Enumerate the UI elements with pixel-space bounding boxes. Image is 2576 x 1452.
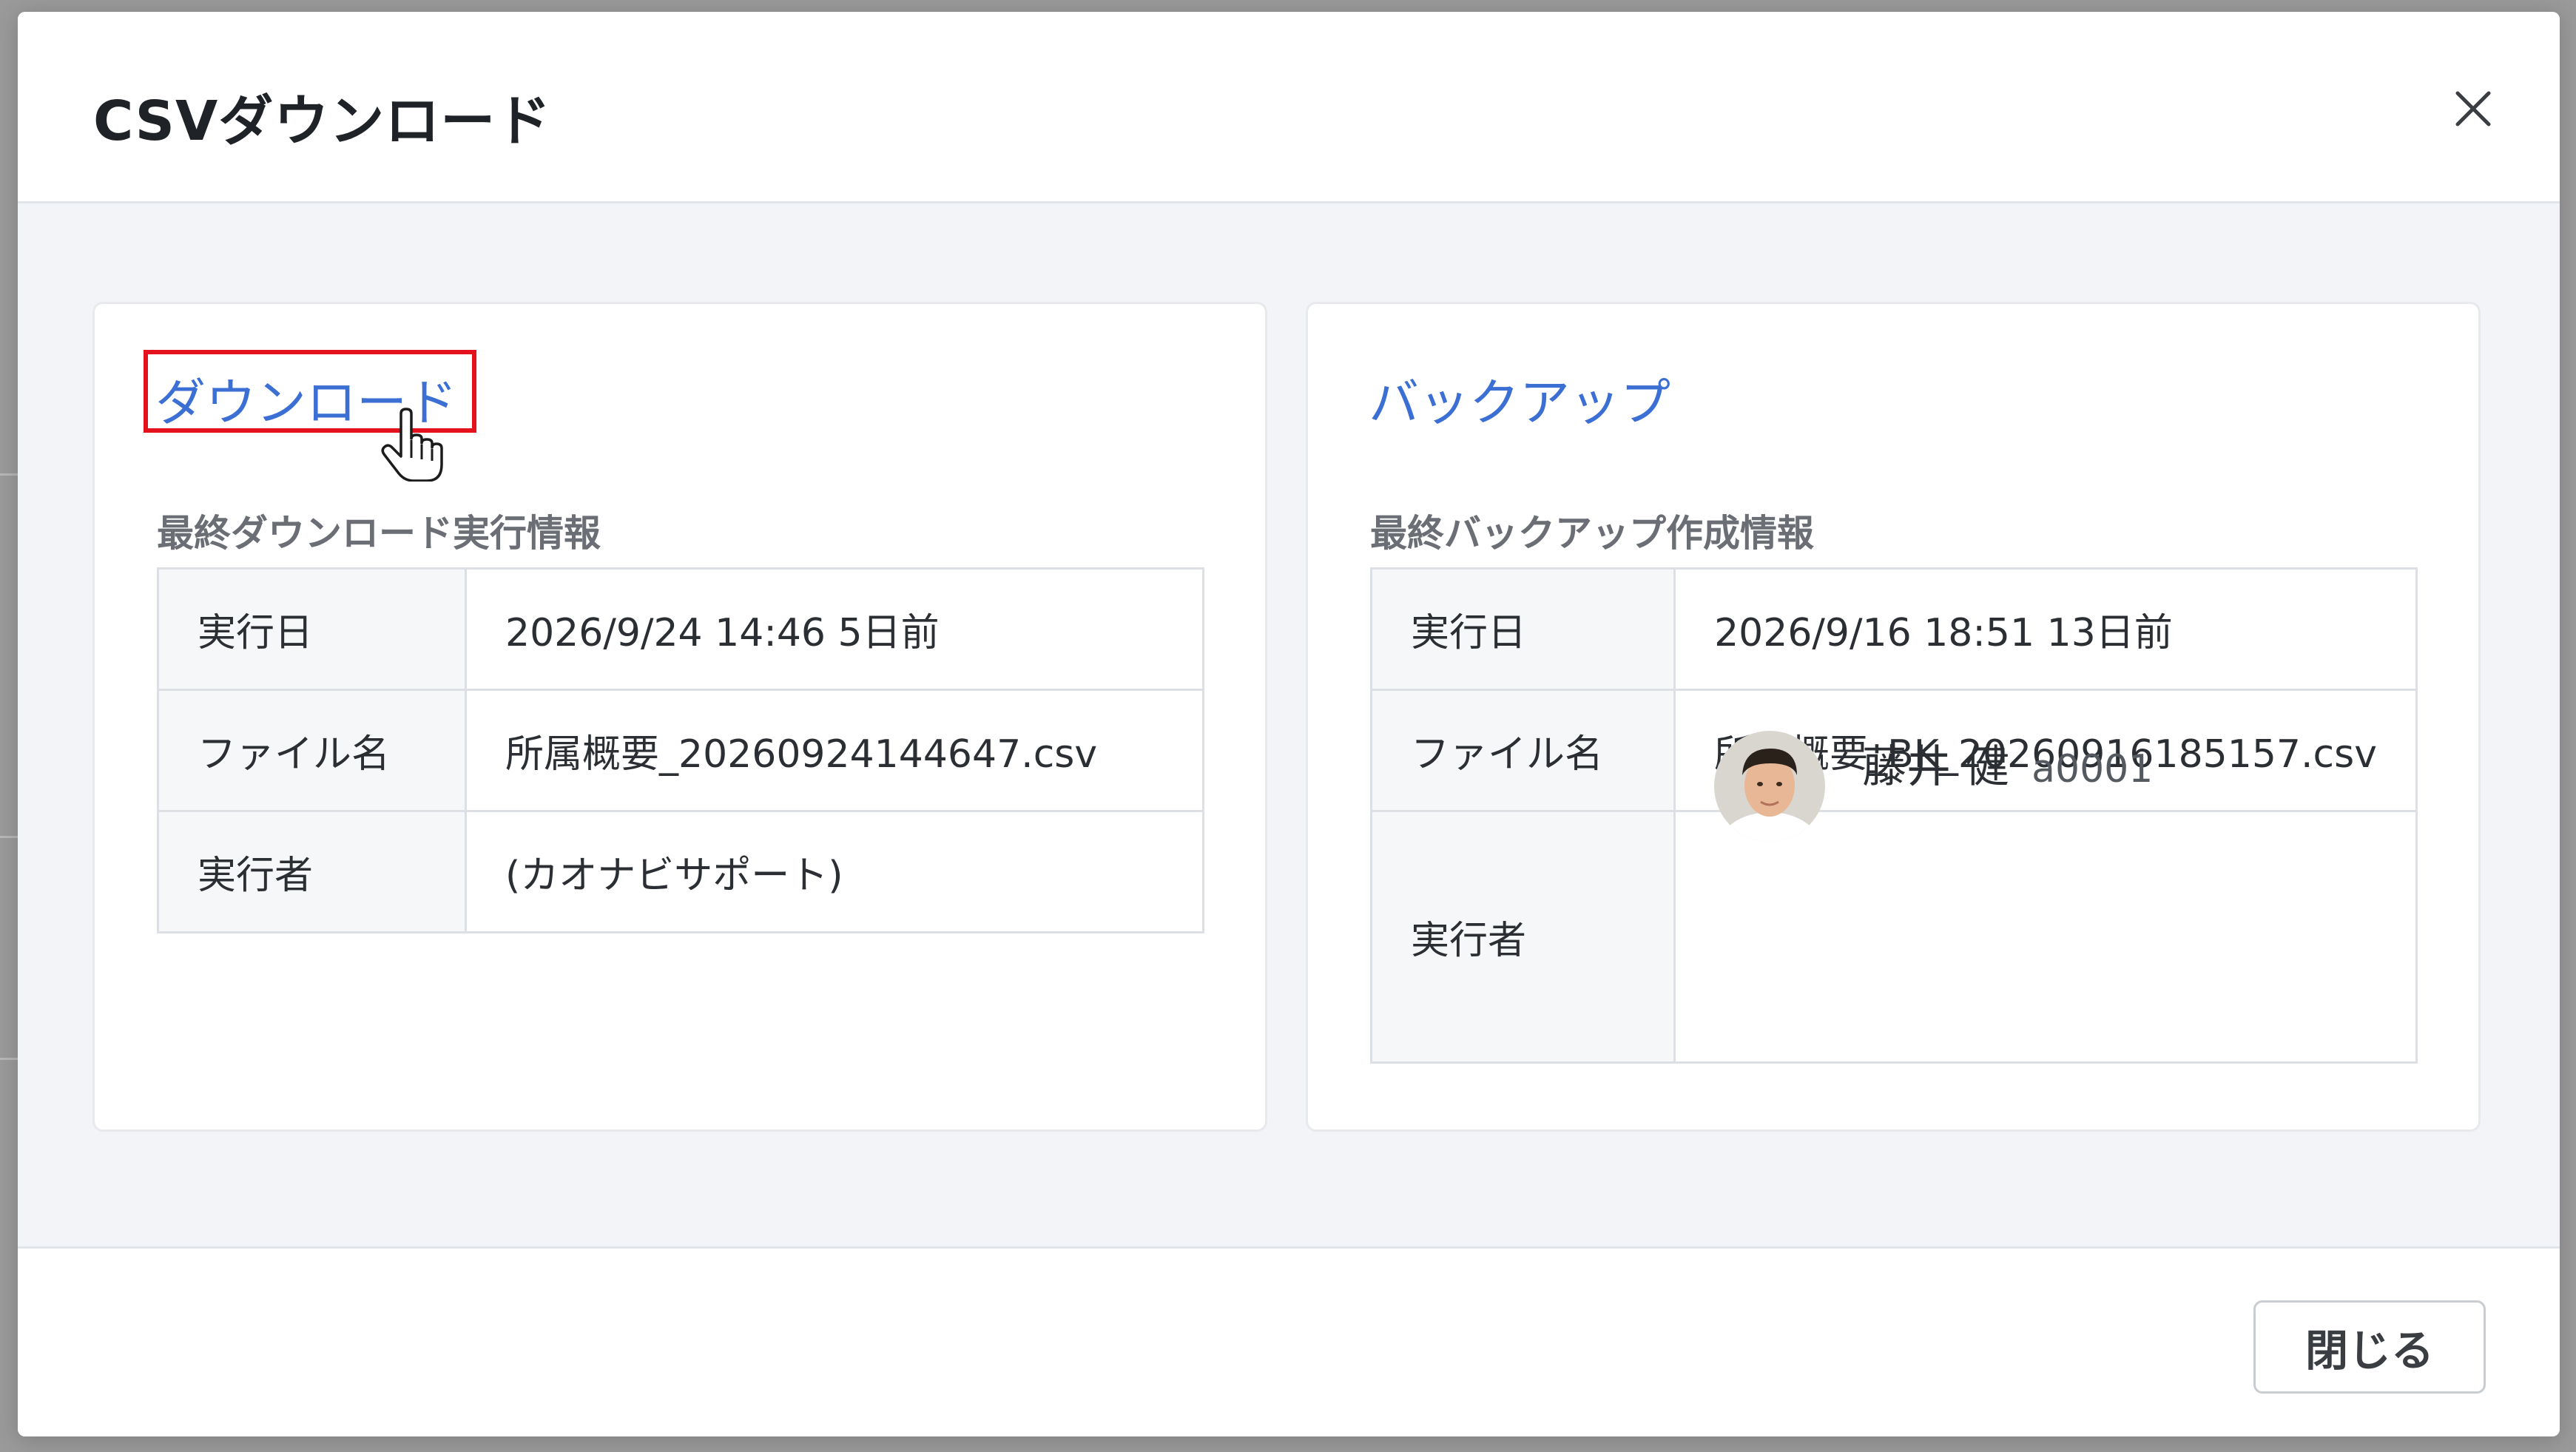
user-avatar-icon: [1714, 731, 1826, 842]
table-value: 2026/9/24 14:46 5日前: [465, 567, 1204, 691]
table-row: 実行者 (カオナビサポート): [157, 810, 1204, 933]
background-divider: [0, 473, 18, 476]
modal-header: CSVダウンロード: [18, 12, 2560, 203]
background-divider: [0, 836, 18, 838]
modal-footer: 閉じる: [18, 1246, 2560, 1436]
table-key: ファイル名: [157, 689, 467, 812]
table-key: ファイル名: [1369, 689, 1676, 812]
table-row: ファイル名 所属概要_20260924144647.csv: [157, 689, 1204, 812]
user-info: 藤井 健 a0001: [1714, 731, 2377, 1061]
backup-section-label: 最終バックアップ作成情報: [1370, 512, 1814, 555]
csv-download-modal: CSVダウンロード ダウンロード 最終ダウンロード実行情報 実行日 2026/9…: [18, 12, 2560, 1436]
download-card: ダウンロード 最終ダウンロード実行情報 実行日 2026/9/24 14:46 …: [92, 302, 1267, 1132]
table-value: 2026/9/16 18:51 13日前: [1673, 567, 2418, 691]
backup-card: バックアップ 最終バックアップ作成情報 実行日 2026/9/16 18:51 …: [1306, 302, 2481, 1132]
table-value: (カオナビサポート): [465, 810, 1204, 933]
avatar: [1714, 731, 1826, 842]
modal-body: ダウンロード 最終ダウンロード実行情報 実行日 2026/9/24 14:46 …: [18, 203, 2560, 1246]
user-name: 藤井 健 a0001: [1862, 731, 2153, 795]
user-id: a0001: [2032, 747, 2154, 791]
close-modal-button[interactable]: 閉じる: [2253, 1300, 2486, 1394]
table-key: 実行日: [157, 567, 467, 691]
table-key: 実行者: [157, 810, 467, 933]
table-key: 実行者: [1369, 810, 1676, 1064]
table-value: 所属概要_20260924144647.csv: [465, 689, 1204, 812]
modal-title: CSVダウンロード: [93, 90, 552, 153]
hand-cursor-icon: [381, 408, 443, 482]
user-name-text: 藤井 健: [1862, 741, 2010, 793]
table-key: 実行日: [1369, 567, 1676, 691]
backup-info-table: 実行日 2026/9/16 18:51 13日前 ファイル名 所属概要_BK_2…: [1369, 567, 2418, 1064]
close-button[interactable]: [2447, 83, 2499, 135]
executor-cell: 藤井 健 a0001: [1673, 731, 2418, 1064]
background-divider: [0, 1058, 18, 1060]
table-row: 実行日 2026/9/16 18:51 13日前: [1369, 567, 2418, 691]
download-section-label: 最終ダウンロード実行情報: [157, 512, 601, 555]
table-row: 実行日 2026/9/24 14:46 5日前: [157, 567, 1204, 691]
backup-link[interactable]: バックアップ: [1369, 362, 1670, 435]
download-info-table: 実行日 2026/9/24 14:46 5日前 ファイル名 所属概要_20260…: [157, 567, 1204, 933]
table-row: 実行者 藤井 健 a0001: [1369, 731, 2418, 1064]
close-icon: [2455, 91, 2491, 126]
